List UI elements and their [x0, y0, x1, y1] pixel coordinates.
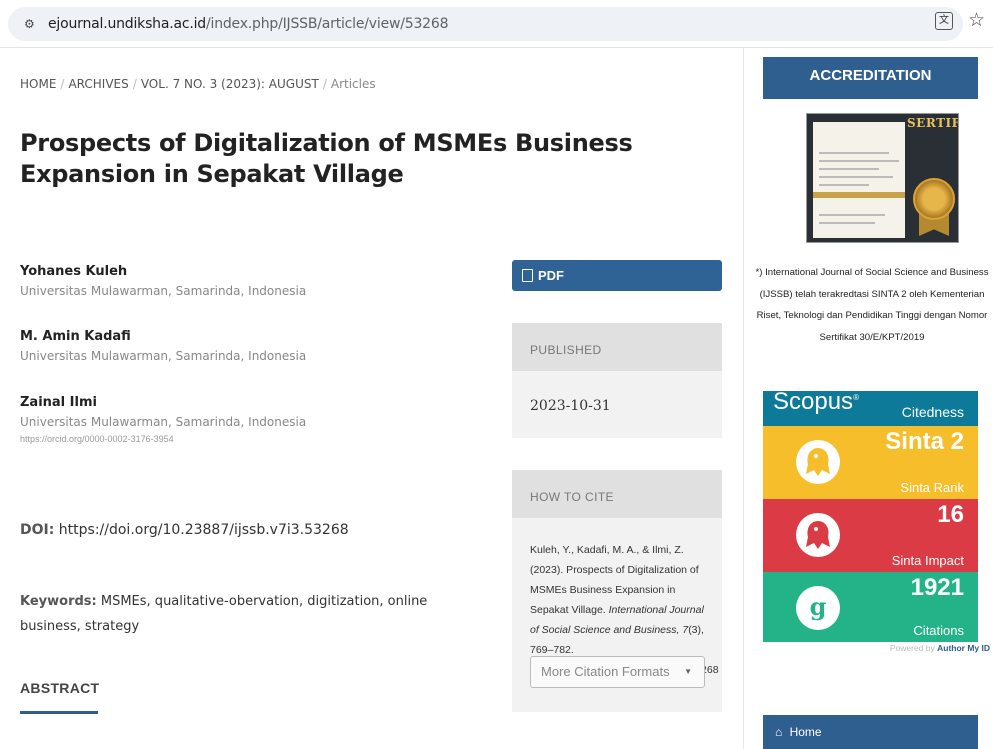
- citations-row: g 1921 Citations: [763, 572, 978, 642]
- powered-by: Powered by Author My ID: [889, 643, 990, 653]
- sinta-impact-label: Sinta Impact: [891, 553, 964, 568]
- citations-label: Citations: [913, 623, 964, 638]
- accreditation-heading: ACCREDITATION: [763, 57, 978, 99]
- url-field[interactable]: ⚙ ejournal.undiksha.ac.id/index.php/IJSS…: [8, 7, 963, 41]
- keywords: Keywords: MSMEs, qualitative-obervation,…: [20, 589, 440, 639]
- citations-value: 1921: [910, 574, 964, 601]
- sinta-impact-value: 16: [937, 501, 964, 528]
- abstract-underline: [20, 711, 98, 714]
- author-my-id-link[interactable]: Author My ID: [937, 643, 990, 653]
- author-item: M. Amin Kadafi Universitas Mulawarman, S…: [20, 329, 306, 363]
- how-to-cite-panel: HOW TO CITE Kuleh, Y., Kadafi, M. A., & …: [512, 470, 722, 712]
- breadcrumb: HOME / ARCHIVES / VOL. 7 NO. 3 (2023): AUGUS…: [20, 77, 376, 91]
- abstract-heading: ABSTRACT: [20, 680, 100, 696]
- medal-icon: [913, 178, 955, 220]
- sinta-metrics-widget[interactable]: Scopus® Citedness Sinta 2 Sinta Rank 16 …: [763, 388, 978, 644]
- sinta-certificate-image[interactable]: SERTIFIKAT: [806, 113, 959, 243]
- certificate-title: SERTIFIKAT: [907, 116, 958, 130]
- citation-formats-dropdown[interactable]: More Citation Formats ▼: [530, 656, 705, 688]
- breadcrumb-archives[interactable]: ARCHIVES: [68, 77, 128, 91]
- scopus-row: Scopus® Citedness: [763, 388, 978, 426]
- citedness-label: Citedness: [901, 404, 964, 420]
- sinta-impact-row: 16 Sinta Impact: [763, 499, 978, 572]
- author-orcid-link[interactable]: https://orcid.org/0000-0002-3176-3954: [20, 434, 306, 444]
- pdf-file-icon: [522, 269, 533, 282]
- google-scholar-icon: g: [796, 586, 840, 630]
- how-to-cite-heading: HOW TO CITE: [512, 470, 722, 518]
- doi-label: DOI:: [20, 522, 55, 538]
- author-affiliation: Universitas Mulawarman, Samarinda, Indon…: [20, 284, 307, 298]
- sinta-rank-value: Sinta 2: [885, 428, 964, 455]
- published-date: 2023-10-31: [530, 398, 611, 414]
- author-item: Zainal Ilmi Universitas Mulawarman, Sama…: [20, 395, 306, 444]
- site-settings-icon[interactable]: ⚙: [24, 17, 40, 31]
- sidebar-divider: [743, 48, 744, 749]
- bookmark-star-icon[interactable]: ☆: [968, 9, 985, 32]
- author-name: Yohanes Kuleh: [20, 264, 128, 279]
- sinta-rank-row: Sinta 2 Sinta Rank: [763, 426, 978, 499]
- sinta-rank-label: Sinta Rank: [900, 480, 964, 495]
- garuda-icon: [796, 440, 840, 484]
- pdf-download-button[interactable]: PDF: [512, 260, 722, 291]
- breadcrumb-home[interactable]: HOME: [20, 77, 56, 91]
- home-icon: ⌂: [775, 725, 783, 739]
- accreditation-text: *) International Journal of Social Scien…: [755, 267, 989, 343]
- article-title: Prospects of Digitalization of MSMEs Bus…: [20, 129, 633, 188]
- author-affiliation: Universitas Mulawarman, Samarinda, Indon…: [20, 349, 307, 363]
- garuda-icon: [796, 513, 840, 557]
- doi: DOI: https://doi.org/10.23887/ijssb.v7i3…: [20, 522, 349, 538]
- author-name: M. Amin Kadafi: [20, 329, 131, 344]
- doi-link[interactable]: https://doi.org/10.23887/ijssb.v7i3.5326…: [59, 522, 349, 538]
- author-item: Yohanes Kuleh Universitas Mulawarman, Sa…: [20, 264, 306, 298]
- url-text[interactable]: ejournal.undiksha.ac.id/index.php/IJSSB/…: [48, 16, 448, 32]
- keywords-label: Keywords:: [20, 594, 97, 609]
- breadcrumb-issue[interactable]: VOL. 7 NO. 3 (2023): AUGUST: [141, 77, 319, 91]
- scopus-logo: Scopus®: [773, 388, 859, 415]
- certificate-paper: [813, 122, 905, 238]
- published-panel: PUBLISHED 2023-10-31: [512, 323, 722, 438]
- published-heading: PUBLISHED: [512, 323, 722, 371]
- sidebar-home-link[interactable]: ⌂ Home: [763, 715, 978, 749]
- translate-icon[interactable]: 文: [935, 12, 953, 30]
- author-affiliation: Universitas Mulawarman, Samarinda, Indon…: [20, 415, 307, 429]
- author-name: Zainal Ilmi: [20, 395, 97, 410]
- dropdown-arrow-icon: ▼: [684, 667, 692, 676]
- breadcrumb-current: Articles: [330, 77, 376, 91]
- browser-address-bar: ⚙ ejournal.undiksha.ac.id/index.php/IJSS…: [0, 0, 993, 48]
